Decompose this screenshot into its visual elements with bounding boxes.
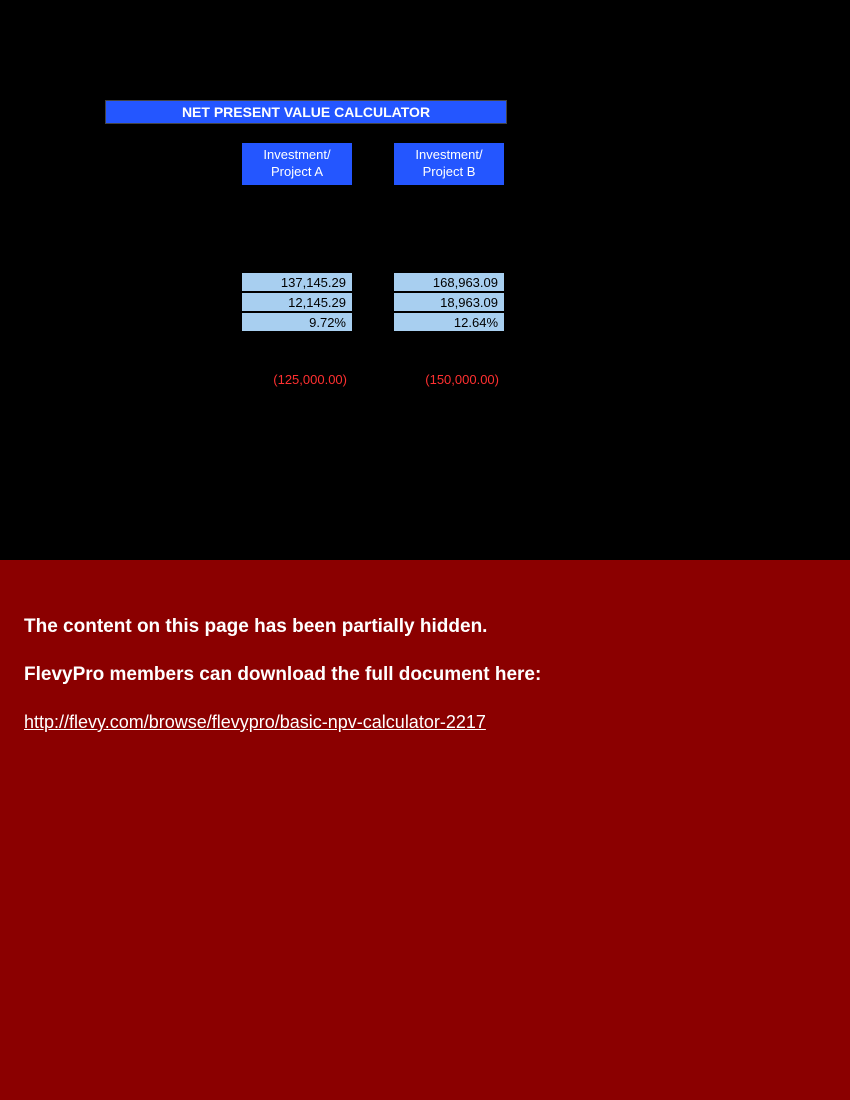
header-project-b: Investment/Project B	[393, 142, 505, 186]
calculator-title: NET PRESENT VALUE CALCULATOR	[105, 100, 507, 124]
initial-row: (125,000.00) (150,000.00)	[241, 370, 850, 390]
result-1-a: 137,145.29	[241, 272, 353, 292]
result-row-1: 137,145.29 168,963.09	[241, 272, 850, 292]
result-3-b: 12.64%	[393, 312, 505, 332]
initial-investment-section: (125,000.00) (150,000.00)	[241, 370, 850, 390]
result-3-a: 9.72%	[241, 312, 353, 332]
initial-a: (125,000.00)	[241, 370, 353, 390]
result-row-3: 9.72% 12.64%	[241, 312, 850, 332]
header-project-a: Investment/Project A	[241, 142, 353, 186]
notice-section: The content on this page has been partia…	[0, 560, 850, 1100]
notice-link[interactable]: http://flevy.com/browse/flevypro/basic-n…	[24, 712, 486, 732]
results-section: 137,145.29 168,963.09 12,145.29 18,963.0…	[241, 272, 850, 332]
header-row: Investment/Project A Investment/Project …	[241, 142, 850, 186]
result-2-b: 18,963.09	[393, 292, 505, 312]
initial-b: (150,000.00)	[393, 370, 505, 390]
result-2-a: 12,145.29	[241, 292, 353, 312]
notice-line-1: The content on this page has been partia…	[24, 616, 826, 638]
result-1-b: 168,963.09	[393, 272, 505, 292]
result-row-2: 12,145.29 18,963.09	[241, 292, 850, 312]
calculator-section: NET PRESENT VALUE CALCULATOR Investment/…	[0, 0, 850, 560]
notice-line-2: FlevyPro members can download the full d…	[24, 664, 826, 686]
